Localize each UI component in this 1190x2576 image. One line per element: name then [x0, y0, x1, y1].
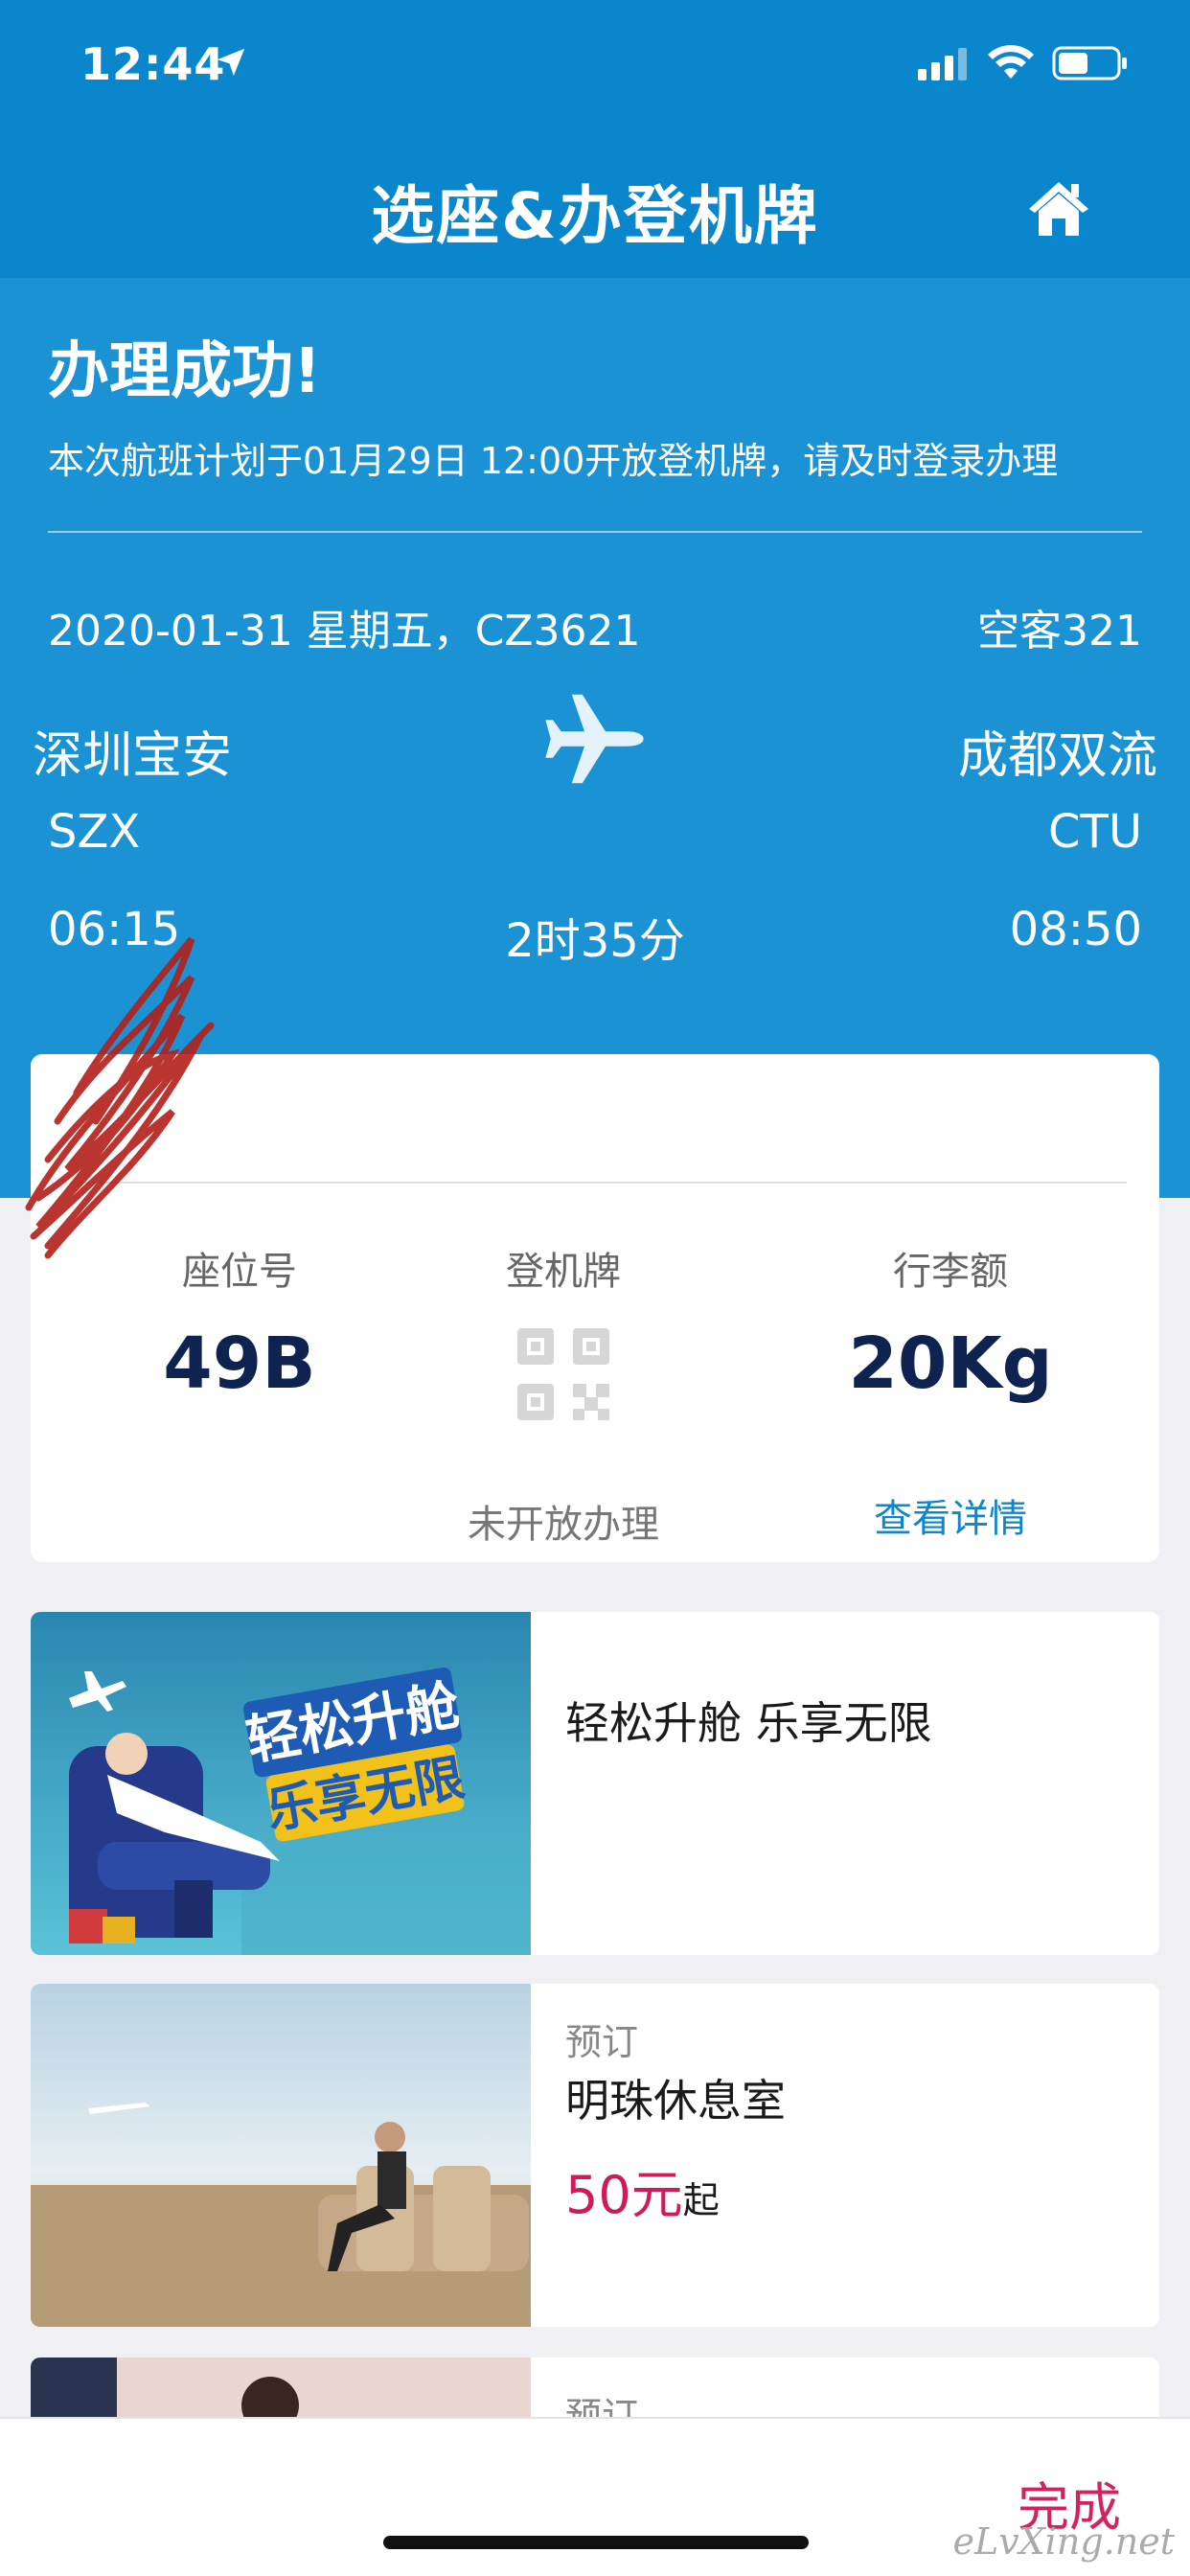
card-divider [79, 1182, 1127, 1184]
lounge-promo-card[interactable]: 预订 明珠休息室 50元起 [31, 1984, 1159, 2327]
lounge-promo-image [31, 1984, 531, 2327]
seat-label: 座位号 [182, 1250, 297, 1294]
upgrade-promo-image: 轻松升舱 乐享无限 [31, 1612, 531, 1955]
watermark: eLvXing.net [952, 2520, 1175, 2563]
location-arrow-icon [217, 48, 245, 77]
flight-date-number: 2020-01-31 星期五，CZ3621 [48, 607, 641, 656]
home-indicator[interactable] [383, 2536, 809, 2549]
arrival-city: 成都双流 [957, 727, 1157, 785]
upgrade-promo-title: 轻松升舱 乐享无限 [565, 1697, 932, 1749]
divider [48, 531, 1142, 533]
status-time: 12:44 [80, 38, 226, 90]
view-details-link[interactable]: 查看详情 [807, 1487, 1094, 1543]
baggage-allowance: 20Kg [848, 1322, 1053, 1405]
lounge-promo-title: 明珠休息室 [565, 2075, 786, 2127]
upgrade-promo-card[interactable]: 轻松升舱 乐享无限 轻松升舱 乐享无限 [31, 1612, 1159, 1955]
boarding-pass-status: 未开放办理 [468, 1503, 659, 1547]
wifi-icon [988, 45, 1034, 79]
baggage-label: 行李额 [893, 1250, 1008, 1294]
success-subtitle: 本次航班计划于01月29日 12:00开放登机牌，请及时登录办理 [48, 440, 1059, 482]
success-title: 办理成功! [48, 336, 322, 407]
home-icon[interactable] [1027, 178, 1090, 240]
boarding-pass-label: 登机牌 [506, 1250, 621, 1294]
arrival-time: 08:50 [1009, 903, 1142, 956]
lounge-promo-label: 预订 [565, 2021, 639, 2063]
cellular-signal-icon [918, 48, 967, 80]
departure-code: SZX [48, 805, 141, 859]
battery-icon [1052, 46, 1127, 80]
seat-number: 49B [163, 1322, 316, 1405]
departure-city: 深圳宝安 [33, 727, 233, 785]
page-title: 选座&办登机牌 [371, 179, 819, 253]
redaction-scribble [25, 936, 215, 1259]
lounge-price-value: 50元 [565, 2165, 683, 2225]
lounge-price: 50元起 [565, 2152, 720, 2228]
airplane-icon [545, 694, 644, 784]
aircraft-type: 空客321 [977, 607, 1142, 656]
arrival-code: CTU [1048, 805, 1142, 859]
qr-code-icon [517, 1328, 609, 1420]
lounge-price-suffix: 起 [682, 2179, 720, 2221]
